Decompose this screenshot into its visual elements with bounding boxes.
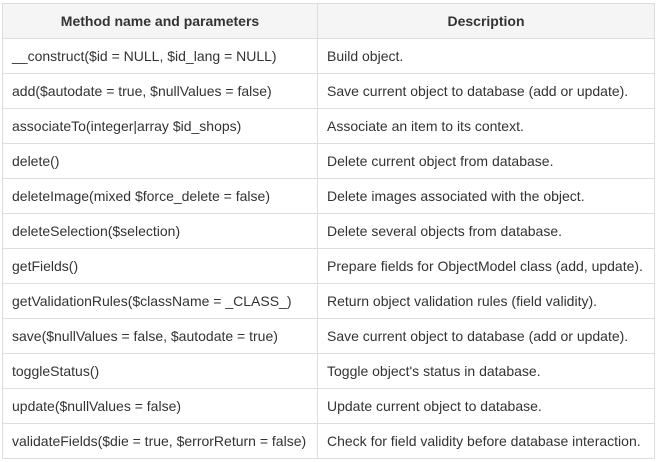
description-cell: Delete images associated with the object… xyxy=(317,178,655,214)
method-cell: update($nullValues = false) xyxy=(2,388,318,424)
description-cell: Update current object to database. xyxy=(317,388,655,424)
description-cell: Save current object to database (add or … xyxy=(317,73,655,109)
table-row: validateFields($die = true, $errorReturn… xyxy=(2,423,655,459)
method-cell: deleteSelection($selection) xyxy=(2,213,318,249)
method-cell: __construct($id = NULL, $id_lang = NULL) xyxy=(2,38,318,74)
method-cell: save($nullValues = false, $autodate = tr… xyxy=(2,318,318,354)
description-cell: Build object. xyxy=(317,38,655,74)
header-row: Method name and parameters Description xyxy=(2,3,655,39)
method-cell: delete() xyxy=(2,143,318,179)
table-row: __construct($id = NULL, $id_lang = NULL)… xyxy=(2,38,655,74)
table-row: associateTo(integer|array $id_shops) Ass… xyxy=(2,108,655,144)
description-cell: Toggle object's status in database. xyxy=(317,353,655,389)
method-cell: add($autodate = true, $nullValues = fals… xyxy=(2,73,318,109)
method-cell: deleteImage(mixed $force_delete = false) xyxy=(2,178,318,214)
table-row: deleteSelection($selection) Delete sever… xyxy=(2,213,655,249)
methods-table: Method name and parameters Description _… xyxy=(2,3,655,459)
description-cell: Delete several objects from database. xyxy=(317,213,655,249)
description-cell: Check for field validity before database… xyxy=(317,423,655,459)
table-row: add($autodate = true, $nullValues = fals… xyxy=(2,73,655,109)
description-cell: Associate an item to its context. xyxy=(317,108,655,144)
table-row: getFields() Prepare fields for ObjectMod… xyxy=(2,248,655,284)
description-cell: Delete current object from database. xyxy=(317,143,655,179)
method-cell: getValidationRules($className = _CLASS_) xyxy=(2,283,318,319)
method-cell: associateTo(integer|array $id_shops) xyxy=(2,108,318,144)
table-row: delete() Delete current object from data… xyxy=(2,143,655,179)
table-row: update($nullValues = false) Update curre… xyxy=(2,388,655,424)
description-cell: Return object validation rules (field va… xyxy=(317,283,655,319)
table-row: toggleStatus() Toggle object's status in… xyxy=(2,353,655,389)
table-row: getValidationRules($className = _CLASS_)… xyxy=(2,283,655,319)
table-body: __construct($id = NULL, $id_lang = NULL)… xyxy=(2,38,655,459)
header-description: Description xyxy=(317,3,655,39)
description-cell: Prepare fields for ObjectModel class (ad… xyxy=(317,248,655,284)
description-cell: Save current object to database (add or … xyxy=(317,318,655,354)
header-method: Method name and parameters xyxy=(2,3,318,39)
method-cell: getFields() xyxy=(2,248,318,284)
table-row: save($nullValues = false, $autodate = tr… xyxy=(2,318,655,354)
method-cell: validateFields($die = true, $errorReturn… xyxy=(2,423,318,459)
method-cell: toggleStatus() xyxy=(2,353,318,389)
table-row: deleteImage(mixed $force_delete = false)… xyxy=(2,178,655,214)
table-header: Method name and parameters Description xyxy=(2,3,655,39)
